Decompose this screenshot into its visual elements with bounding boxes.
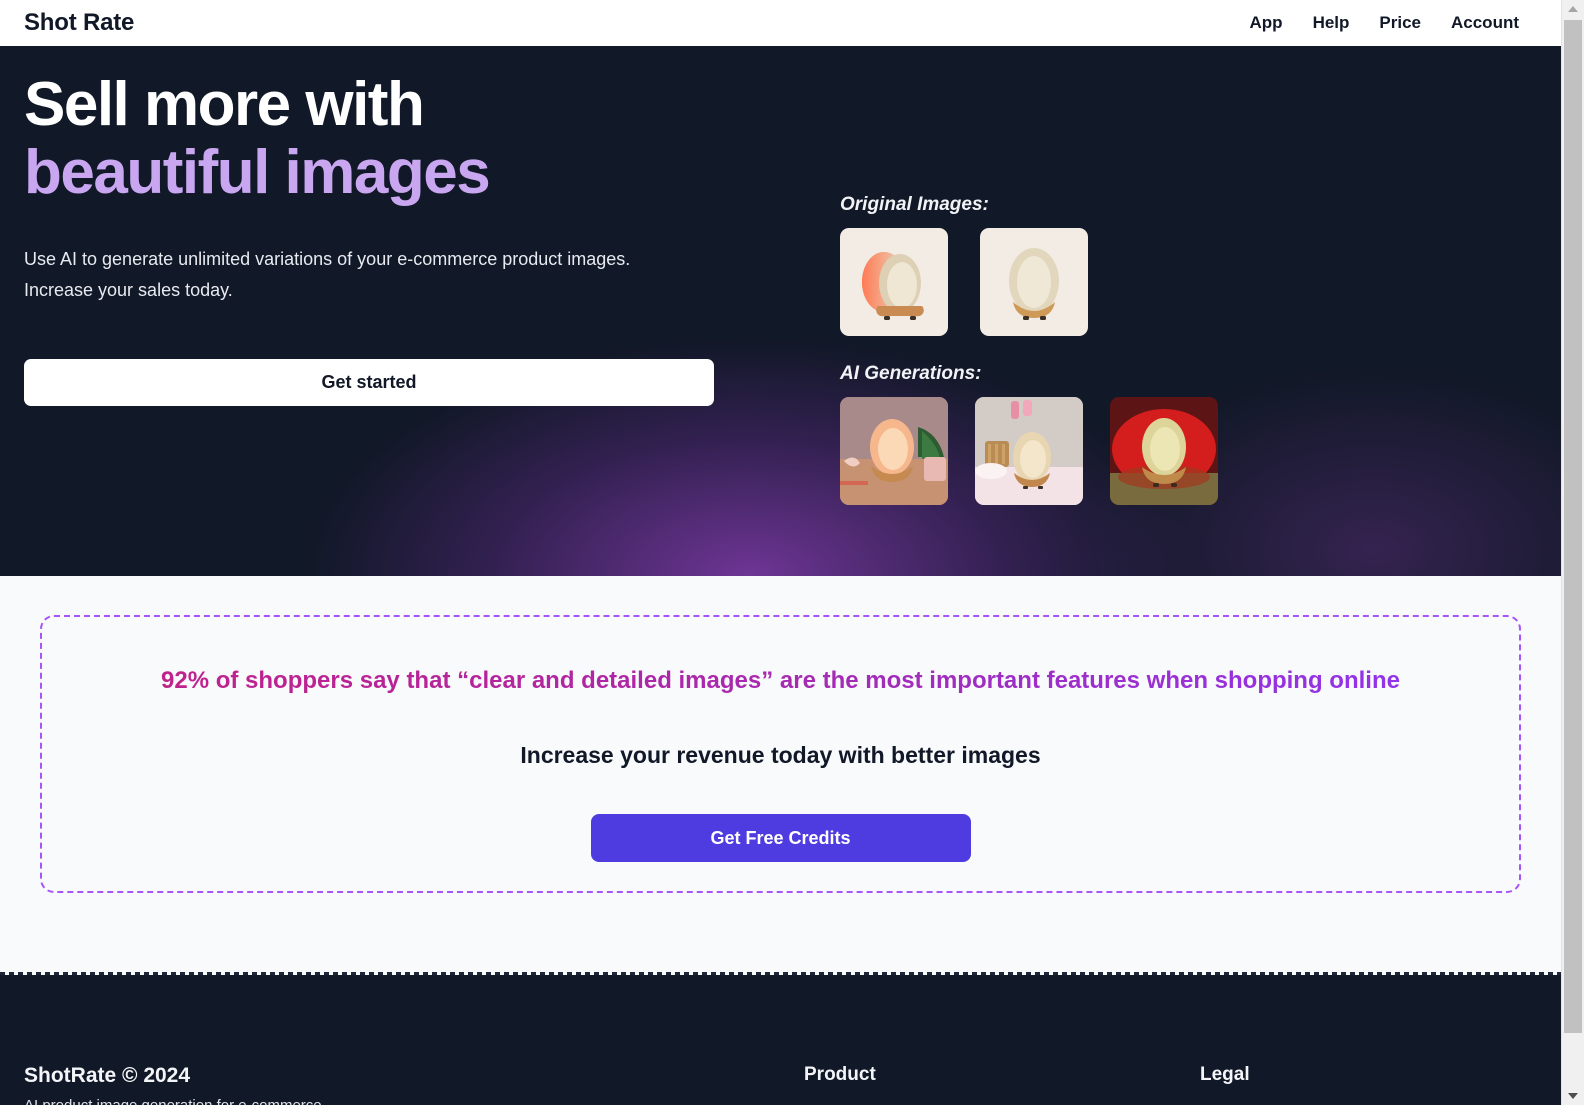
hero-copy: Sell more with beautiful images Use AI t… xyxy=(24,74,724,406)
nav-link-price[interactable]: Price xyxy=(1379,13,1421,33)
get-free-credits-button[interactable]: Get Free Credits xyxy=(590,814,971,862)
headline-line-1: Sell more with xyxy=(24,70,425,139)
footer-brand: ShotRate © 2024 xyxy=(24,1064,191,1087)
ai-generated-image-thumbnail[interactable] xyxy=(840,397,948,505)
lamp-photo-generated-bedroom xyxy=(975,397,1083,505)
lamp-photo-generated-red xyxy=(1110,397,1218,505)
get-started-button[interactable]: Get started xyxy=(24,358,714,406)
scroll-up-button[interactable] xyxy=(1562,0,1584,18)
ai-generations-label: AI Generations: xyxy=(840,363,982,384)
promo-card: 92% of shoppers say that “clear and deta… xyxy=(40,615,1521,893)
scroll-down-button[interactable] xyxy=(1562,1087,1584,1105)
promo-section: 92% of shoppers say that “clear and deta… xyxy=(0,576,1561,972)
promo-subheading: Increase your revenue today with better … xyxy=(520,742,1041,768)
nav-links: App Help Price Account xyxy=(1250,13,1539,33)
page-title: Sell more with beautiful images xyxy=(24,74,724,204)
nav-link-account[interactable]: Account xyxy=(1451,13,1519,33)
footer-legal-heading: Legal xyxy=(1200,1064,1250,1085)
lamp-photo-original-unlit xyxy=(980,228,1088,336)
hero-gallery: Original Images: AI Generations: xyxy=(840,194,1218,505)
footer-tagline: AI product image generation for e-commer… xyxy=(24,1097,804,1105)
original-images-label: Original Images: xyxy=(840,194,989,215)
scrollbar-thumb[interactable] xyxy=(1564,20,1582,1033)
ai-generated-image-thumbnail[interactable] xyxy=(975,397,1083,505)
top-navigation-bar: Shot Rate App Help Price Account xyxy=(0,0,1561,46)
footer-columns: ShotRate © 2024 AI product image generat… xyxy=(24,1064,1537,1105)
footer-product-heading: Product xyxy=(804,1064,876,1085)
lamp-photo-original-lit xyxy=(840,228,948,336)
triangle-up-icon xyxy=(1568,6,1578,12)
original-image-thumbnail[interactable] xyxy=(980,228,1088,336)
lamp-photo-generated-desk xyxy=(840,397,948,505)
original-images-row xyxy=(840,228,1218,336)
footer-product-column: Product xyxy=(804,1064,1200,1105)
hero-subcopy-line-1: Use AI to generate unlimited variations … xyxy=(24,249,631,269)
page-viewport: Shot Rate App Help Price Account Sell mo… xyxy=(0,0,1561,1105)
site-footer: ShotRate © 2024 AI product image generat… xyxy=(0,972,1561,1105)
footer-legal-column: Legal xyxy=(1200,1064,1537,1105)
footer-brand-column: ShotRate © 2024 AI product image generat… xyxy=(24,1064,804,1105)
hero-subcopy-line-2: Increase your sales today. xyxy=(24,279,233,300)
nav-link-help[interactable]: Help xyxy=(1313,13,1350,33)
promo-statistic-text: 92% of shoppers say that “clear and deta… xyxy=(161,667,1400,694)
original-image-thumbnail[interactable] xyxy=(840,228,948,336)
ai-generated-image-thumbnail[interactable] xyxy=(1110,397,1218,505)
headline-line-2: beautiful images xyxy=(24,138,491,207)
ai-generations-row xyxy=(840,397,1218,505)
brand-logo[interactable]: Shot Rate xyxy=(24,9,134,37)
hero-section: Sell more with beautiful images Use AI t… xyxy=(0,46,1561,576)
hero-subcopy: Use AI to generate unlimited variations … xyxy=(24,244,714,306)
nav-link-app[interactable]: App xyxy=(1250,13,1283,33)
vertical-scrollbar[interactable] xyxy=(1561,0,1584,1105)
triangle-down-icon xyxy=(1568,1093,1578,1099)
